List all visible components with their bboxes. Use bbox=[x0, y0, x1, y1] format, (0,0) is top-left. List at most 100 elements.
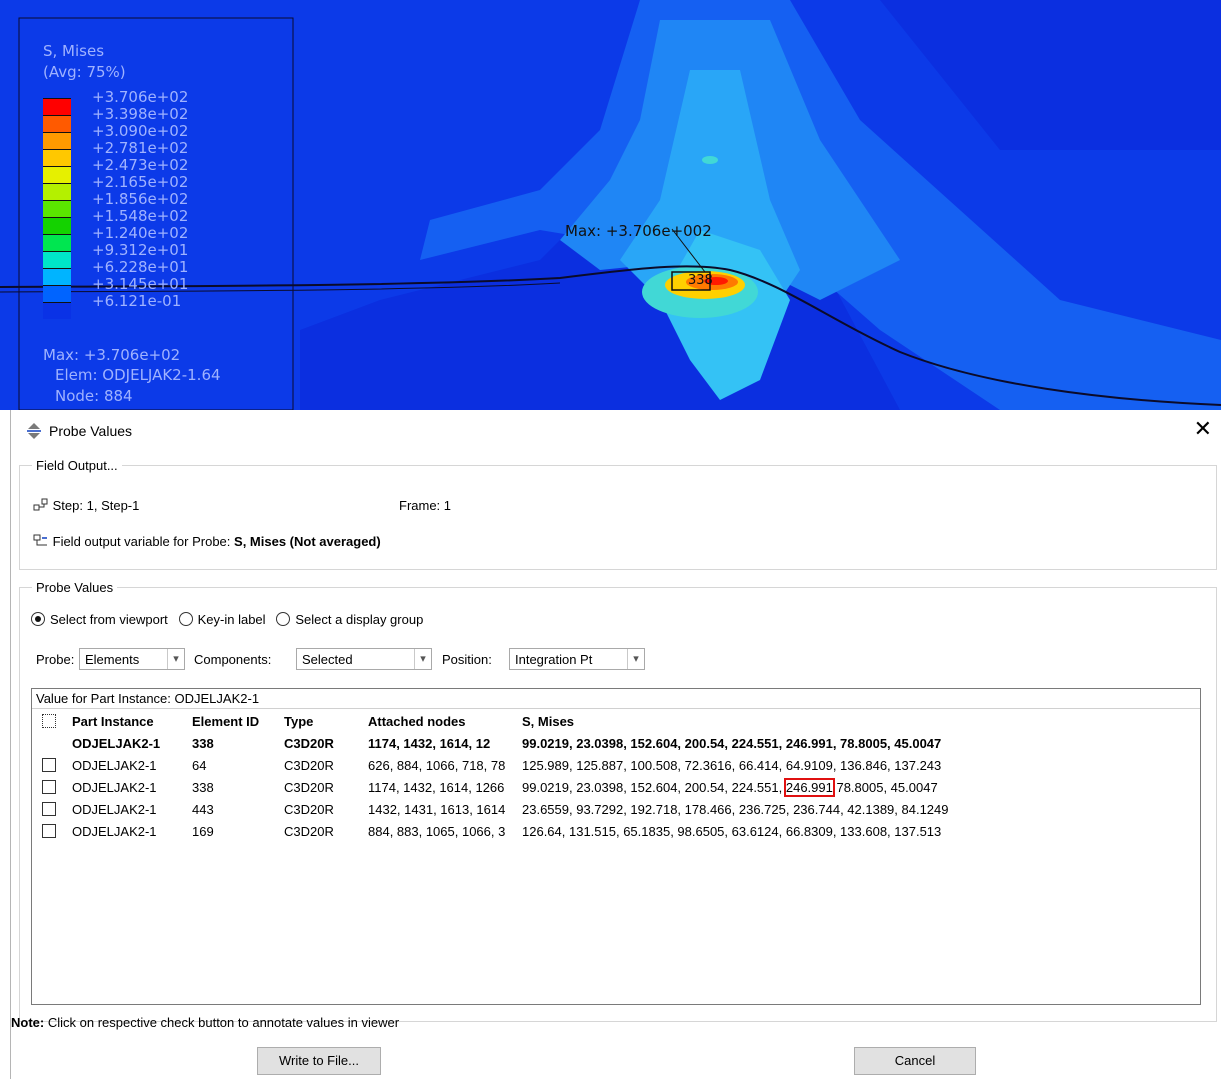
write-to-file-button[interactable]: Write to File... bbox=[257, 1047, 381, 1075]
select-all-checkbox[interactable] bbox=[42, 713, 56, 728]
legend-swatch bbox=[43, 285, 71, 302]
dialog-title: Probe Values bbox=[49, 423, 133, 439]
probe-values-table[interactable]: Value for Part Instance: ODJELJAK2-1 Par… bbox=[31, 688, 1201, 1005]
legend-tick-label: +3.706e+02 bbox=[92, 88, 189, 106]
position-select[interactable]: Integration Pt ▾ bbox=[509, 648, 645, 670]
position-select-value: Integration Pt bbox=[515, 652, 593, 667]
legend-swatch bbox=[43, 251, 71, 268]
note-label: Note: bbox=[11, 1015, 45, 1030]
field-variable-icon bbox=[33, 534, 53, 549]
frame-row: Frame: 1 bbox=[399, 498, 451, 513]
frame-label: Frame: bbox=[399, 498, 441, 513]
legend-swatch bbox=[43, 115, 71, 132]
legend-node: Node: 884 bbox=[55, 387, 133, 405]
legend-element: Elem: ODJELJAK2-1.64 bbox=[55, 366, 221, 384]
step-value: 1, Step-1 bbox=[86, 498, 140, 513]
probe-select[interactable]: Elements ▾ bbox=[79, 648, 185, 670]
legend-swatch bbox=[43, 98, 71, 115]
cell-part-instance: ODJELJAK2-1 bbox=[72, 823, 157, 839]
legend-tick-label: +1.856e+02 bbox=[92, 190, 189, 208]
row-checkbox[interactable] bbox=[42, 823, 56, 838]
legend-swatch bbox=[43, 302, 71, 319]
cell-element-id: 338 bbox=[192, 779, 214, 795]
probe-label: Probe: bbox=[36, 652, 75, 667]
legend-swatch bbox=[43, 268, 71, 285]
legend-subtitle: (Avg: 75%) bbox=[43, 63, 126, 81]
note-row: Note: Click on respective check button t… bbox=[11, 1015, 399, 1030]
row-checkbox[interactable] bbox=[42, 801, 56, 816]
step-row: Step: 1, Step-1 bbox=[33, 498, 139, 513]
table-header-row: Part Instance Element ID Type Attached n… bbox=[32, 710, 955, 732]
legend-tick-label: +2.473e+02 bbox=[92, 156, 189, 174]
row-checkbox[interactable] bbox=[42, 757, 56, 772]
current-type: C3D20R bbox=[284, 735, 334, 751]
table-row[interactable]: ODJELJAK2-1 169 C3D20R 884, 883, 1065, 1066… bbox=[32, 820, 955, 842]
cell-type: C3D20R bbox=[284, 823, 334, 839]
table-row[interactable]: ODJELJAK2-1 443 C3D20R 1432, 1431, 1613, 16… bbox=[32, 798, 955, 820]
legend-title: S, Mises bbox=[43, 42, 105, 60]
cell-s-mises: 126.64, 131.515, 65.1835, 98.6505, 63.61… bbox=[516, 820, 955, 842]
note-text: Click on respective check button to anno… bbox=[47, 1015, 400, 1030]
chevron-down-icon: ▾ bbox=[627, 649, 644, 669]
current-nodes: 1174, 1432, 1614, 12 bbox=[368, 735, 491, 751]
probe-values-legend: Probe Values bbox=[36, 580, 114, 595]
cell-s-mises: 23.6559, 93.7292, 192.718, 178.466, 236.… bbox=[516, 798, 955, 820]
part-instance-line: Value for Part Instance: ODJELJAK2-1 bbox=[32, 689, 1200, 709]
legend-tick-label: +1.240e+02 bbox=[92, 224, 189, 242]
cell-attached-nodes: 884, 883, 1065, 1066, 3 bbox=[368, 823, 506, 839]
legend-tick-label: +9.312e+01 bbox=[92, 241, 189, 259]
highlighted-mises-value: 246.991 bbox=[783, 777, 835, 797]
variable-label: Field output variable for Probe: bbox=[52, 534, 231, 549]
cancel-button[interactable]: Cancel bbox=[854, 1047, 976, 1075]
probe-table: Part Instance Element ID Type Attached n… bbox=[32, 710, 955, 842]
header-attached-nodes[interactable]: Attached nodes bbox=[362, 710, 516, 732]
probe-icon bbox=[25, 422, 43, 440]
chevron-down-icon: ▾ bbox=[414, 649, 431, 669]
legend-swatch bbox=[43, 149, 71, 166]
radio-key-in-label[interactable]: Key-in label bbox=[178, 612, 266, 627]
cell-element-id: 64 bbox=[192, 757, 207, 773]
legend-tick-label: +3.398e+02 bbox=[92, 105, 189, 123]
position-label: Position: bbox=[442, 652, 492, 667]
legend-tick-label: +2.165e+02 bbox=[92, 173, 189, 191]
legend-swatch bbox=[43, 166, 71, 183]
cell-element-id: 443 bbox=[192, 801, 214, 817]
model-viewport[interactable]: S, Mises (Avg: 75%) +3.706e+02 +3.398e+02… bbox=[0, 0, 1221, 410]
header-element-id[interactable]: Element ID bbox=[186, 710, 278, 732]
dialog-titlebar[interactable]: Probe Values ✕ bbox=[11, 410, 1221, 452]
cell-type: C3D20R bbox=[284, 779, 334, 795]
legend-swatch bbox=[43, 200, 71, 217]
components-select-value: Selected bbox=[302, 652, 353, 667]
components-select[interactable]: Selected ▾ bbox=[296, 648, 432, 670]
field-output-legend: Field Output... bbox=[36, 458, 118, 473]
table-row[interactable]: ODJELJAK2-1 338 C3D20R 1174, 1432, 1614, 12… bbox=[32, 776, 955, 798]
current-element-id: 338 bbox=[192, 735, 214, 751]
header-s-mises[interactable]: S, Mises bbox=[516, 710, 955, 732]
probe-select-value: Elements bbox=[85, 652, 140, 667]
legend-swatch bbox=[43, 132, 71, 149]
selection-mode-radios: Select from viewport Key-in label Select… bbox=[31, 612, 423, 627]
legend-swatch bbox=[43, 217, 71, 234]
cell-part-instance: ODJELJAK2-1 bbox=[72, 801, 157, 817]
radio-select-from-viewport[interactable]: Select from viewport bbox=[31, 612, 168, 627]
header-part-instance[interactable]: Part Instance bbox=[66, 710, 186, 732]
cell-type: C3D20R bbox=[284, 757, 334, 773]
table-row[interactable]: ODJELJAK2-1 64 C3D20R 626, 884, 1066, 718, … bbox=[32, 754, 955, 776]
mises-values: 126.64, 131.515, 65.1835, 98.6505, 63.61… bbox=[522, 823, 942, 839]
legend-tick-label: +1.548e+02 bbox=[92, 207, 189, 225]
instance-label: Value for Part Instance: bbox=[36, 691, 171, 706]
cell-attached-nodes: 626, 884, 1066, 718, 78 bbox=[368, 757, 506, 773]
mises-values: 99.0219, 23.0398, 152.604, 200.54, 224.5… bbox=[522, 779, 786, 795]
probe-values-dialog: Probe Values ✕ Field Output... Step: 1, … bbox=[10, 410, 1221, 1079]
close-icon[interactable]: ✕ bbox=[1194, 418, 1212, 440]
step-icon bbox=[33, 498, 53, 513]
frame-value: 1 bbox=[443, 498, 452, 513]
components-label: Components: bbox=[194, 652, 272, 667]
cell-attached-nodes: 1432, 1431, 1613, 1614 bbox=[368, 801, 506, 817]
max-annotation: Max: +3.706e+002 bbox=[565, 222, 712, 240]
header-type[interactable]: Type bbox=[278, 710, 362, 732]
radio-select-display-group[interactable]: Select a display group bbox=[276, 612, 423, 627]
current-mises: 99.0219, 23.0398, 152.604, 200.54, 224.5… bbox=[522, 735, 942, 751]
element-tag: 338 bbox=[688, 273, 713, 288]
row-checkbox[interactable] bbox=[42, 779, 56, 794]
